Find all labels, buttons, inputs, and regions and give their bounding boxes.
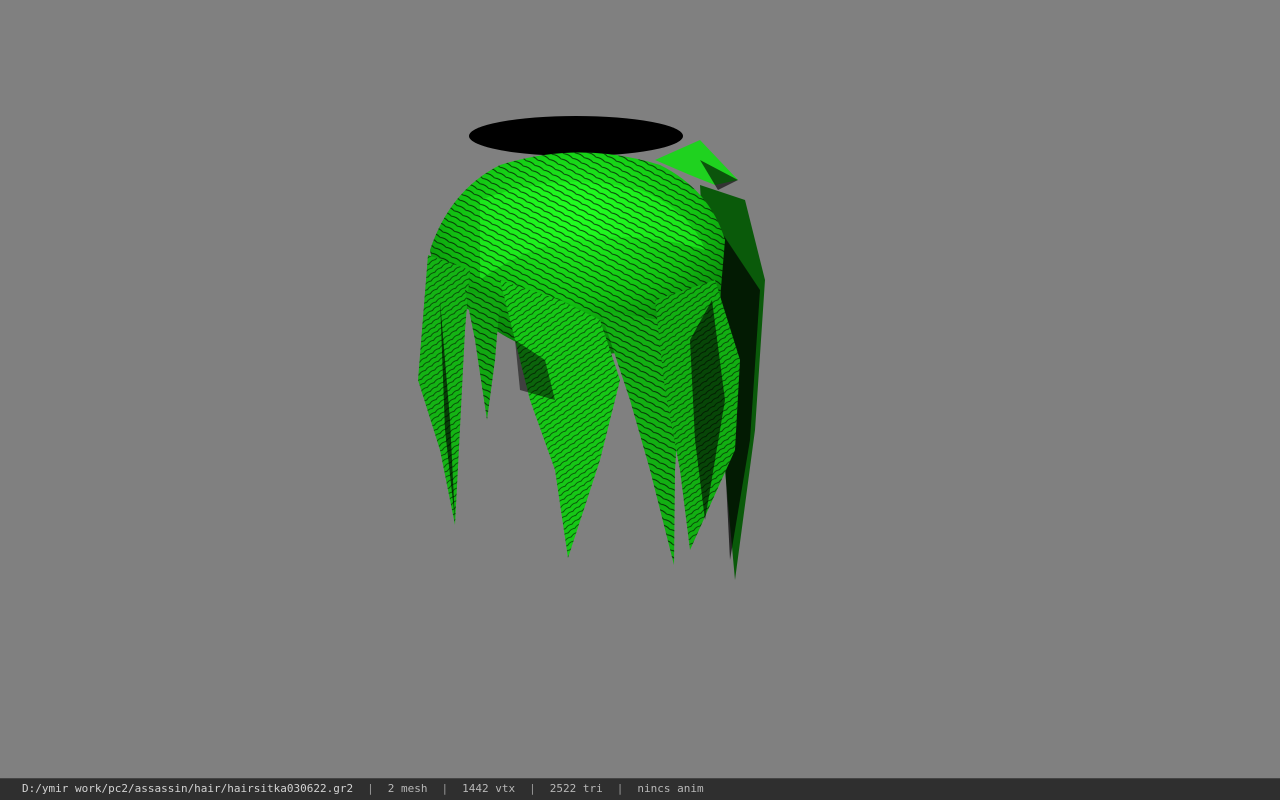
- status-triangle-count: 2522 tri: [549, 782, 603, 795]
- hair-front-strands: [500, 280, 740, 565]
- status-bar: D:/ymir work/pc2/assassin/hair/hairsitka…: [0, 778, 1280, 800]
- hair-model-render: [418, 116, 765, 580]
- status-anim: nincs anim: [637, 782, 704, 795]
- status-separator: |: [529, 782, 536, 795]
- 3d-viewport[interactable]: [0, 0, 1280, 778]
- status-mesh-count: 2 mesh: [387, 782, 428, 795]
- status-vertex-count: 1442 vtx: [462, 782, 516, 795]
- hair-ring-shape: [469, 116, 683, 156]
- status-file-path: D:/ymir work/pc2/assassin/hair/hairsitka…: [22, 782, 354, 795]
- status-separator: |: [367, 782, 374, 795]
- status-separator: |: [616, 782, 624, 795]
- status-separator: |: [441, 782, 449, 795]
